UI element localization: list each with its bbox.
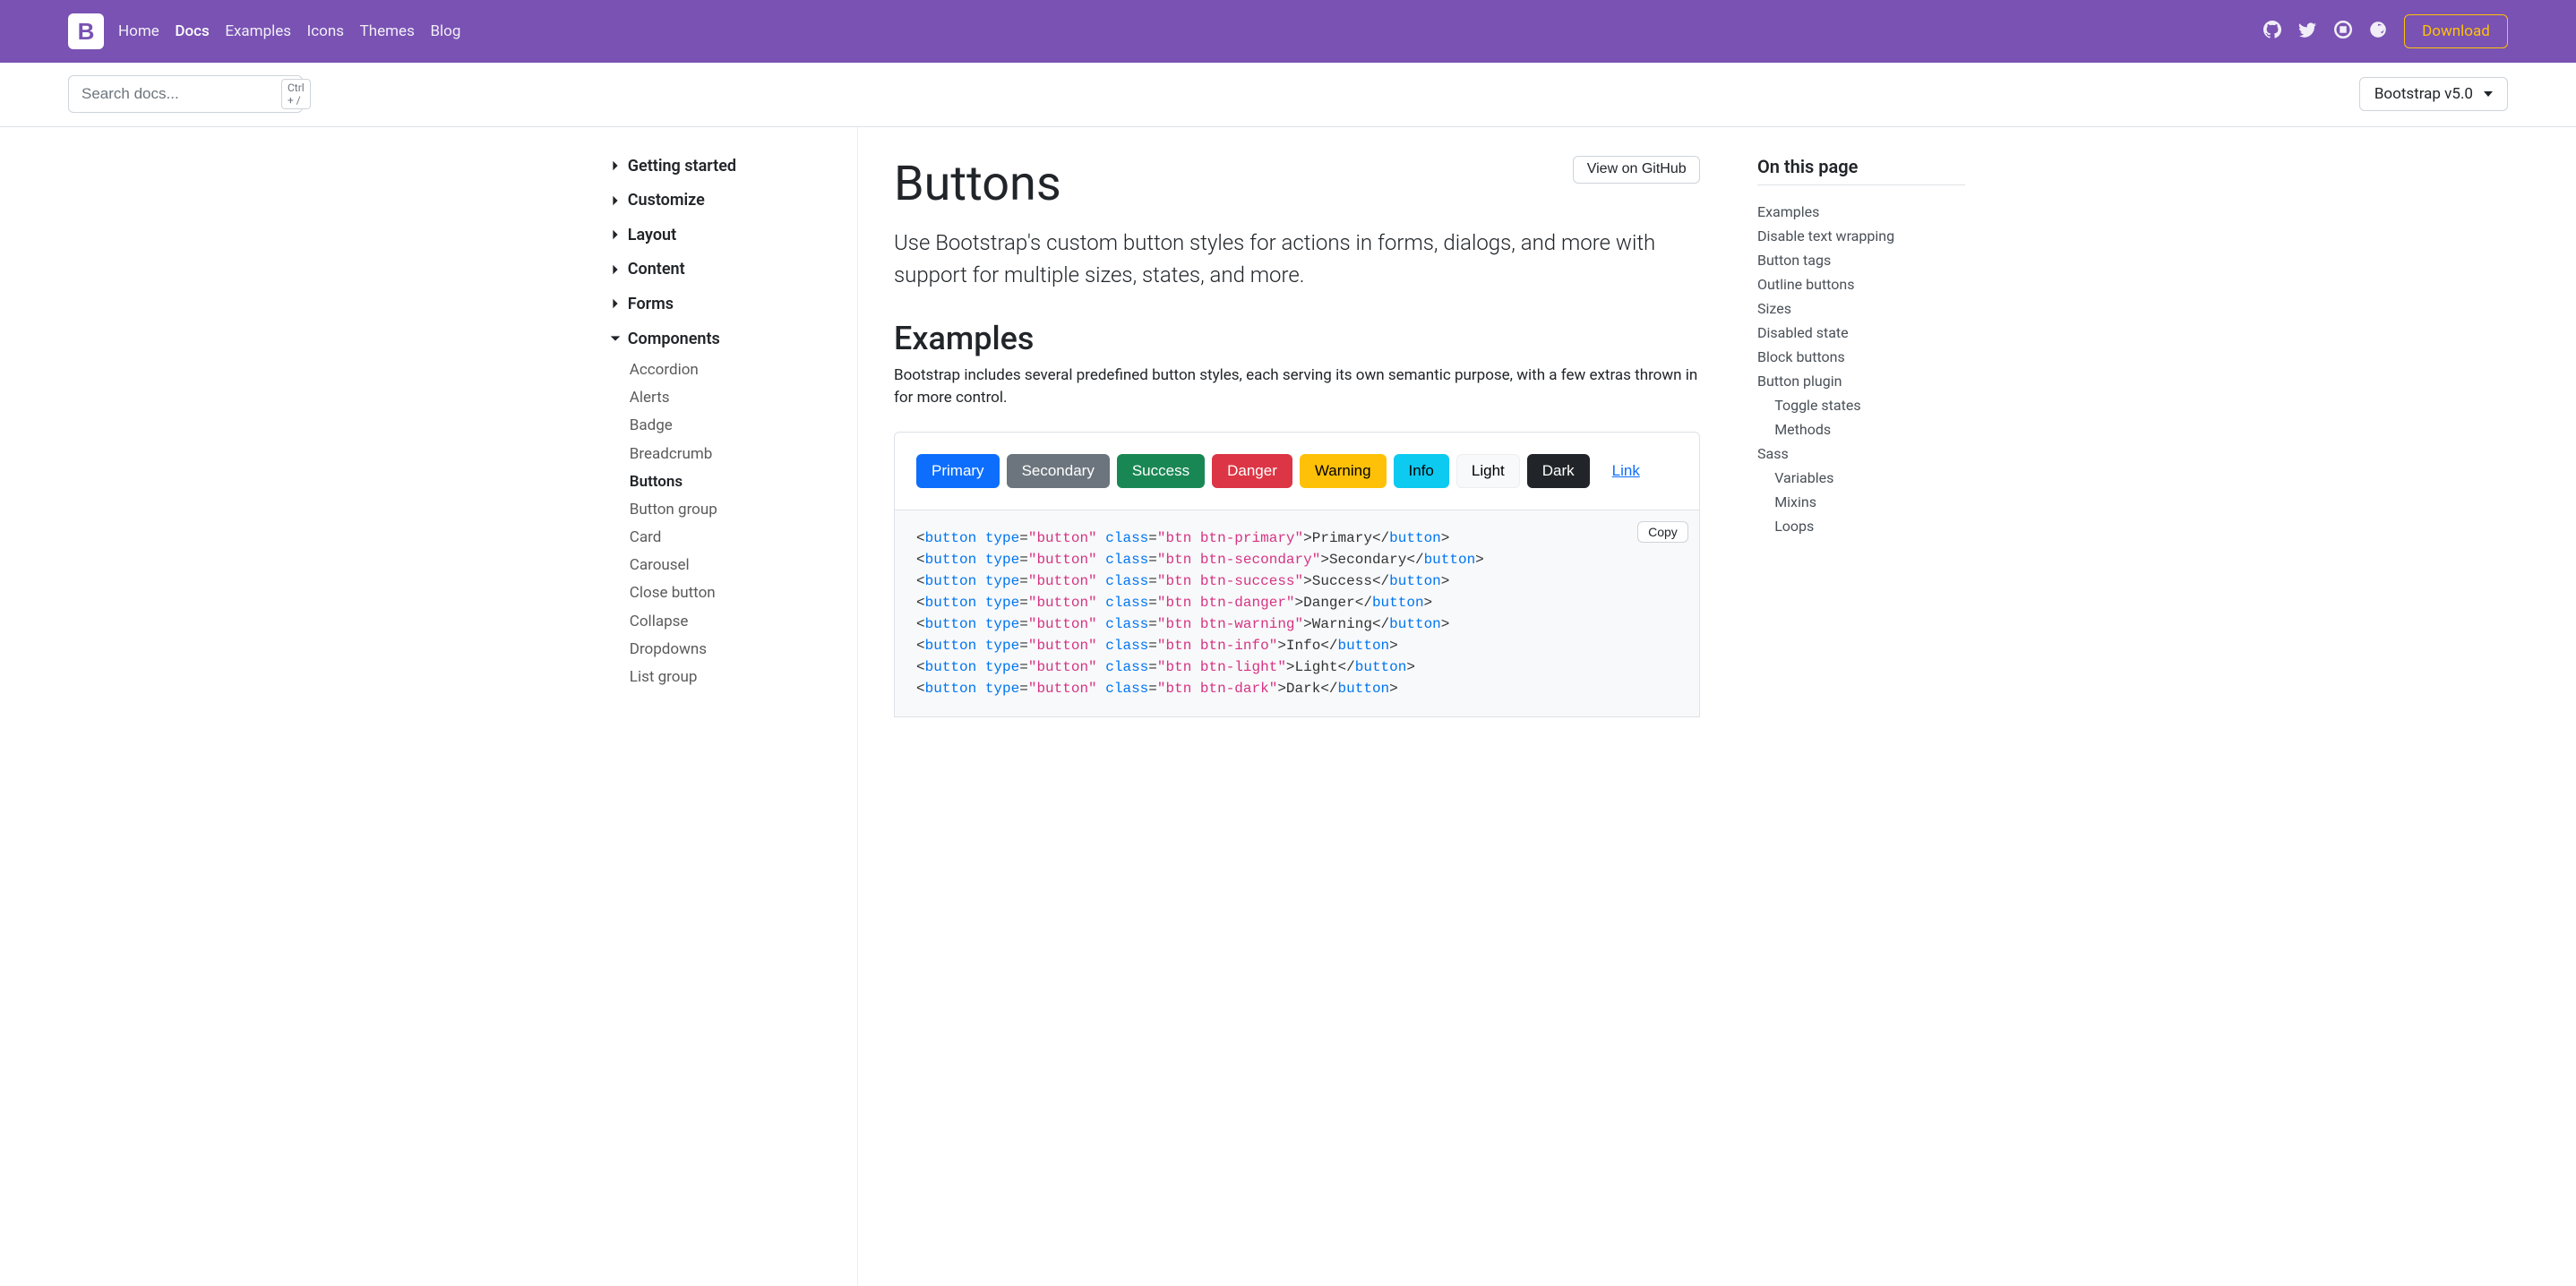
subheader: Ctrl + / Bootstrap v5.0 — [0, 63, 2576, 127]
navbar: B Home Docs Examples Icons Themes Blog Downlo… — [0, 0, 2576, 63]
code-line: <button type="button" class="btn btn-war… — [916, 613, 1678, 635]
sidebar-item-close-button[interactable]: Close button — [589, 579, 857, 607]
nav-link-home[interactable]: Home — [118, 22, 159, 40]
example-btn-secondary[interactable]: Secondary — [1007, 454, 1110, 488]
code-line: <button type="button" class="btn btn-suc… — [916, 570, 1678, 592]
example-btn-light[interactable]: Light — [1456, 454, 1520, 488]
chevron-right-icon — [609, 159, 622, 172]
example-btn-danger[interactable]: Danger — [1212, 454, 1292, 488]
example-btn-dark[interactable]: Dark — [1527, 454, 1590, 488]
page-title: Buttons — [894, 156, 1061, 212]
toc: On this page ExamplesDisable text wrappi… — [1736, 127, 1987, 1286]
example-btn-success[interactable]: Success — [1117, 454, 1205, 488]
code-line: <button type="button" class="btn btn-dar… — [916, 678, 1678, 699]
version-label: Bootstrap v5.0 — [2374, 85, 2473, 103]
sidebar-item-breadcrumb[interactable]: Breadcrumb — [589, 440, 857, 467]
sidebar-item-list-group[interactable]: List group — [589, 663, 857, 690]
examples-heading: Examples — [894, 320, 1700, 357]
toc-item-sass[interactable]: Sass — [1757, 442, 1965, 466]
chevron-down-icon — [2484, 91, 2493, 97]
sidebar-section-getting-started[interactable]: Getting started — [589, 149, 857, 184]
sidebar-item-buttons[interactable]: Buttons — [589, 467, 857, 495]
sidebar-item-badge[interactable]: Badge — [589, 412, 857, 440]
chevron-right-icon — [609, 297, 622, 310]
toc-item-button-plugin[interactable]: Button plugin — [1757, 369, 1965, 393]
nav-link-docs[interactable]: Docs — [175, 22, 209, 40]
view-github-button[interactable]: View on GitHub — [1573, 156, 1700, 184]
code-line: <button type="button" class="btn btn-inf… — [916, 635, 1678, 656]
toc-item-disabled-state[interactable]: Disabled state — [1757, 321, 1965, 345]
toc-item-outline-buttons[interactable]: Outline buttons — [1757, 272, 1965, 296]
toc-item-sizes[interactable]: Sizes — [1757, 296, 1965, 321]
slack-icon[interactable] — [2334, 21, 2352, 42]
sidebar-item-button-group[interactable]: Button group — [589, 495, 857, 523]
sidebar-item-accordion[interactable]: Accordion — [589, 356, 857, 383]
page-lead: Use Bootstrap's custom button styles for… — [894, 227, 1700, 291]
opencollective-icon[interactable] — [2369, 21, 2387, 42]
toc-heading: On this page — [1757, 156, 1965, 177]
chevron-right-icon — [609, 332, 622, 345]
example-btn-link[interactable]: Link — [1597, 454, 1655, 488]
sidebar-item-collapse[interactable]: Collapse — [589, 607, 857, 635]
toc-item-methods[interactable]: Methods — [1757, 417, 1965, 442]
code-line: <button type="button" class="btn btn-sec… — [916, 549, 1678, 570]
nav-link-blog[interactable]: Blog — [430, 22, 460, 40]
toc-item-toggle-states[interactable]: Toggle states — [1757, 393, 1965, 417]
main-content: Buttons View on GitHub Use Bootstrap's c… — [858, 127, 1736, 1286]
search-shortcut: Ctrl + / — [281, 79, 311, 109]
search-wrap[interactable]: Ctrl + / — [68, 75, 303, 113]
search-input[interactable] — [80, 84, 281, 104]
copy-button[interactable]: Copy — [1637, 521, 1688, 543]
code-block: Copy <button type="button" class="btn bt… — [894, 510, 1700, 717]
nav-links: Home Docs Examples Icons Themes Blog — [118, 22, 460, 40]
bootstrap-logo[interactable]: B — [68, 13, 104, 49]
sidebar: Getting startedCustomizeLayoutContentFor… — [589, 127, 858, 1286]
toc-item-variables[interactable]: Variables — [1757, 466, 1965, 490]
sidebar-section-forms[interactable]: Forms — [589, 287, 857, 322]
toc-item-mixins[interactable]: Mixins — [1757, 490, 1965, 514]
chevron-right-icon — [609, 228, 622, 241]
sidebar-section-customize[interactable]: Customize — [589, 183, 857, 218]
toc-list: ExamplesDisable text wrappingButton tags… — [1757, 200, 1965, 538]
sidebar-item-dropdowns[interactable]: Dropdowns — [589, 635, 857, 663]
sidebar-components-list: AccordionAlertsBadgeBreadcrumbButtonsBut… — [589, 356, 857, 690]
nav-link-examples[interactable]: Examples — [225, 22, 291, 40]
sidebar-item-carousel[interactable]: Carousel — [589, 552, 857, 579]
example-btn-primary[interactable]: Primary — [916, 454, 1000, 488]
sidebar-section-components[interactable]: Components — [589, 322, 857, 356]
example-btn-info[interactable]: Info — [1394, 454, 1449, 488]
code-line: <button type="button" class="btn btn-lig… — [916, 656, 1678, 678]
code-line: <button type="button" class="btn btn-pri… — [916, 527, 1678, 549]
download-button[interactable]: Download — [2404, 14, 2508, 48]
nav-link-themes[interactable]: Themes — [360, 22, 415, 40]
github-icon[interactable] — [2263, 21, 2281, 42]
code-line: <button type="button" class="btn btn-dan… — [916, 592, 1678, 613]
sidebar-item-card[interactable]: Card — [589, 523, 857, 551]
nav-link-icons[interactable]: Icons — [307, 22, 344, 40]
sidebar-section-content[interactable]: Content — [589, 253, 857, 287]
toc-item-disable-text-wrapping[interactable]: Disable text wrapping — [1757, 224, 1965, 248]
example-block: PrimarySecondarySuccessDangerWarningInfo… — [894, 432, 1700, 510]
toc-item-loops[interactable]: Loops — [1757, 514, 1965, 538]
sidebar-section-layout[interactable]: Layout — [589, 218, 857, 253]
chevron-right-icon — [609, 263, 622, 276]
version-dropdown[interactable]: Bootstrap v5.0 — [2359, 77, 2508, 111]
twitter-icon[interactable] — [2298, 21, 2316, 42]
chevron-right-icon — [609, 194, 622, 207]
toc-item-block-buttons[interactable]: Block buttons — [1757, 345, 1965, 369]
examples-paragraph: Bootstrap includes several predefined bu… — [894, 364, 1700, 410]
sidebar-item-alerts[interactable]: Alerts — [589, 384, 857, 412]
example-btn-warning[interactable]: Warning — [1300, 454, 1387, 488]
toc-item-button-tags[interactable]: Button tags — [1757, 248, 1965, 272]
toc-item-examples[interactable]: Examples — [1757, 200, 1965, 224]
